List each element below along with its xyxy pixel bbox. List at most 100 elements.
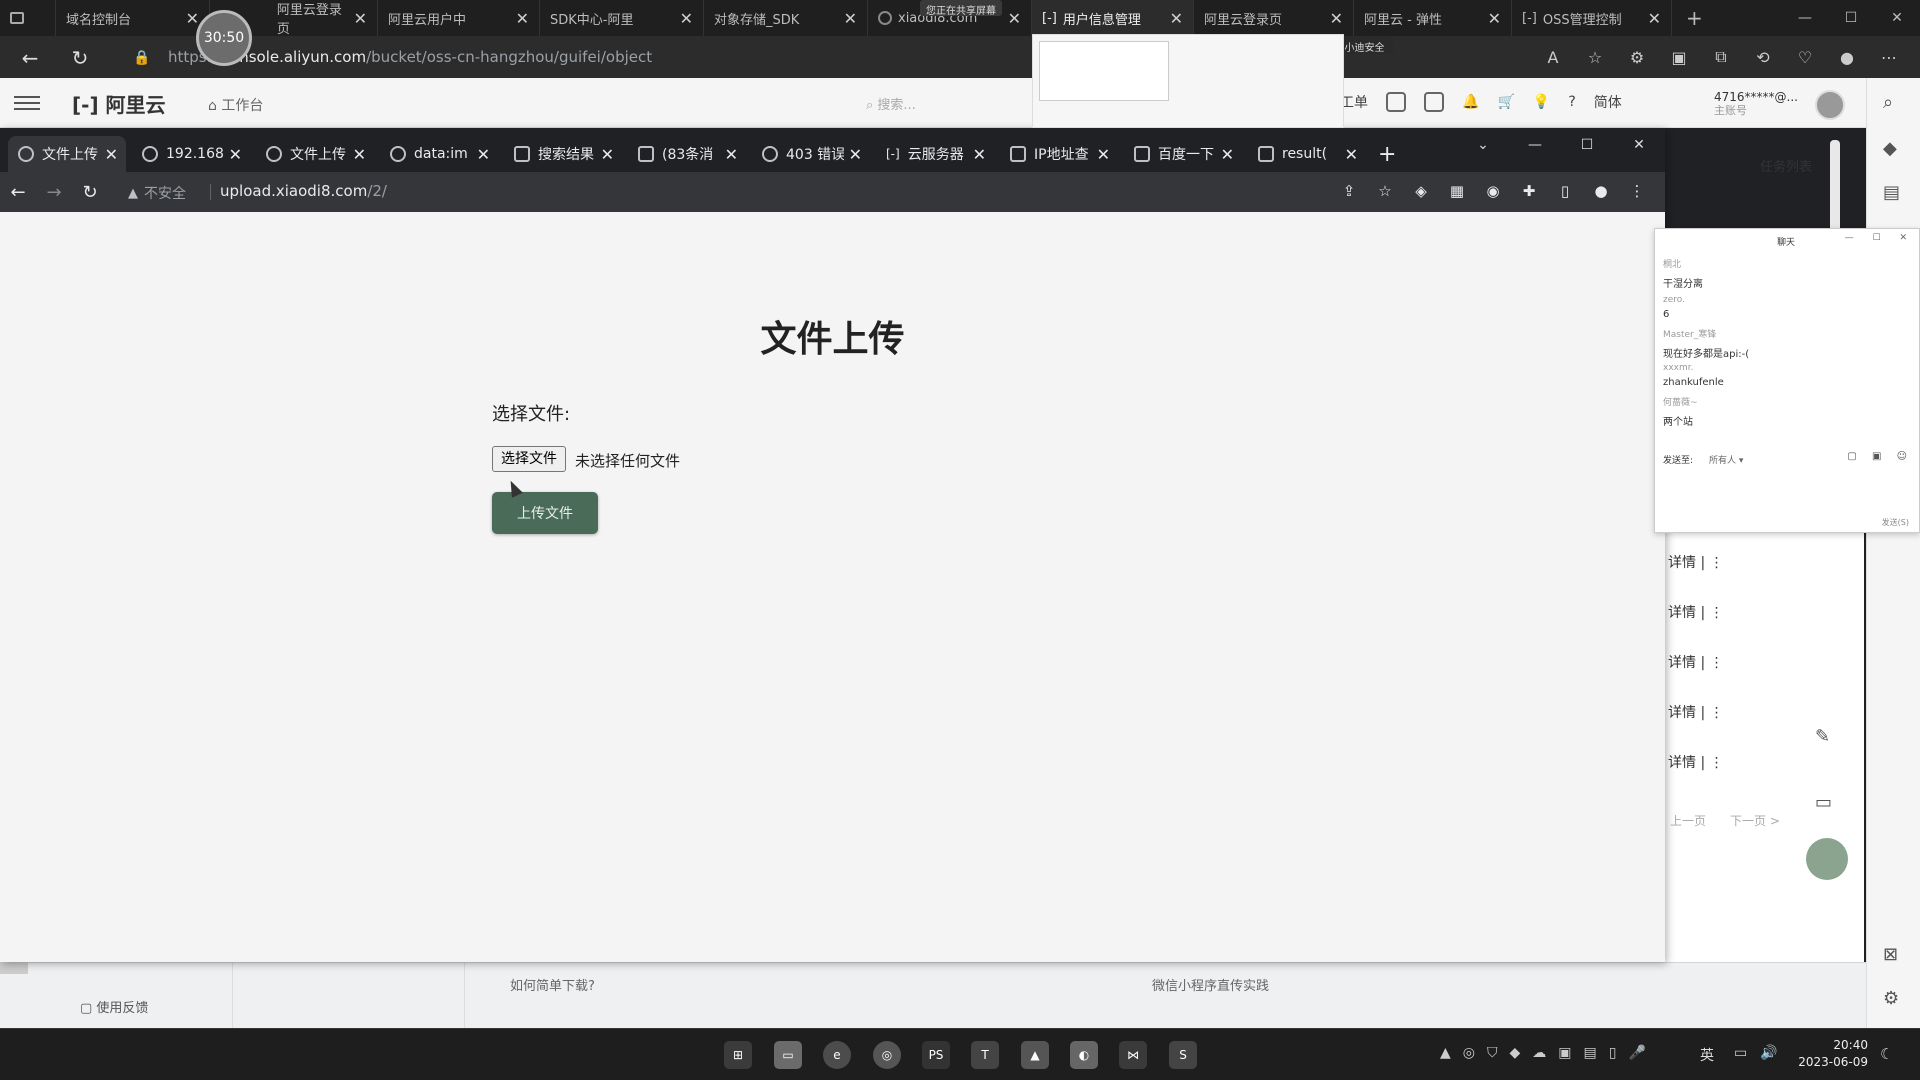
- close-icon[interactable]: ✕: [849, 145, 862, 164]
- windows-start-icon[interactable]: ⊞: [724, 1041, 752, 1069]
- security-indicator[interactable]: ▲ 不安全: [128, 183, 186, 203]
- console-search[interactable]: ⌕ 搜索...: [866, 94, 916, 113]
- faq-link[interactable]: 如何简单下载?: [510, 975, 595, 994]
- menu-icon[interactable]: [14, 92, 40, 114]
- new-tab-button[interactable]: +: [1676, 0, 1716, 36]
- battery-icon[interactable]: ▯: [1609, 1045, 1617, 1061]
- close-icon[interactable]: ✕: [680, 9, 693, 28]
- close-icon[interactable]: ✕: [1345, 145, 1358, 164]
- microphone-icon[interactable]: 🎤: [1628, 1045, 1645, 1061]
- inner-tab[interactable]: (83条消 ✕: [628, 136, 746, 172]
- shield-icon[interactable]: ⛉: [1487, 1045, 1498, 1061]
- terminal-icon[interactable]: [1424, 92, 1444, 112]
- faq-link[interactable]: 微信小程序直传实践: [1152, 975, 1269, 994]
- refresh-icon[interactable]: ↻: [66, 44, 94, 72]
- chat-app-icon[interactable]: ◐: [1070, 1041, 1098, 1069]
- tray-app-icon[interactable]: ◎: [1463, 1045, 1475, 1061]
- share-icon[interactable]: ⇪: [1339, 181, 1359, 201]
- phpstorm-icon[interactable]: PS: [922, 1041, 950, 1069]
- back-icon[interactable]: ←: [6, 180, 30, 204]
- close-icon[interactable]: ✕: [1170, 9, 1183, 28]
- close-window-icon[interactable]: ✕: [1874, 0, 1920, 36]
- tray-app-icon[interactable]: ◆: [1510, 1045, 1521, 1061]
- extensions-icon[interactable]: ⚙: [1626, 46, 1648, 68]
- forward-icon[interactable]: →: [42, 180, 66, 204]
- inner-url[interactable]: upload.xiaodi8.com/2/: [220, 182, 387, 200]
- volume-icon[interactable]: 🔊: [1760, 1045, 1777, 1061]
- close-icon[interactable]: ✕: [354, 9, 367, 28]
- more-icon[interactable]: ⋯: [1878, 46, 1900, 68]
- file-explorer-icon[interactable]: ▭: [774, 1041, 802, 1069]
- inner-tab[interactable]: data:im ✕: [380, 136, 498, 172]
- close-icon[interactable]: ✕: [1008, 9, 1021, 28]
- choose-file-button[interactable]: 选择文件: [492, 446, 566, 472]
- close-window-icon[interactable]: ✕: [1613, 128, 1665, 162]
- detail-link[interactable]: 详情 | ⋮: [1668, 702, 1724, 722]
- minimize-icon[interactable]: —: [1509, 128, 1561, 162]
- inner-tab[interactable]: 文件上传 ✕: [256, 136, 374, 172]
- prev-page-button[interactable]: 上一页: [1670, 814, 1706, 828]
- history-icon[interactable]: ⟲: [1752, 46, 1774, 68]
- lock-icon[interactable]: 🔒: [128, 44, 156, 72]
- split-screen-icon[interactable]: ▣: [1668, 46, 1690, 68]
- language-switch[interactable]: 简体: [1594, 92, 1622, 112]
- chat-window-controls[interactable]: — ☐ ✕: [1845, 233, 1915, 243]
- help-icon[interactable]: ?: [1568, 94, 1575, 110]
- profile-icon[interactable]: ●: [1591, 181, 1611, 201]
- chat-bubble-icon[interactable]: ▭: [1815, 792, 1832, 813]
- cart-icon[interactable]: 🛒: [1497, 94, 1514, 110]
- chrome-icon[interactable]: ◎: [873, 1041, 901, 1069]
- avatar[interactable]: [1815, 90, 1845, 120]
- bookmark-star-icon[interactable]: ☆: [1375, 181, 1395, 201]
- profile-icon[interactable]: ●: [1836, 46, 1858, 68]
- puzzle-icon[interactable]: ✚: [1519, 181, 1539, 201]
- close-icon[interactable]: ✕: [973, 145, 986, 164]
- tray-app-icon[interactable]: ▲: [1440, 1045, 1451, 1061]
- outer-tab[interactable]: 阿里云 - 弹性 ✕: [1354, 0, 1512, 36]
- close-icon[interactable]: ✕: [601, 145, 614, 164]
- vscode-icon[interactable]: ⋈: [1119, 1041, 1147, 1069]
- sublime-icon[interactable]: S: [1169, 1041, 1197, 1069]
- input-language[interactable]: 英: [1700, 1045, 1714, 1065]
- close-icon[interactable]: ✕: [1097, 145, 1110, 164]
- back-icon[interactable]: ←: [16, 44, 44, 72]
- close-icon[interactable]: ✕: [516, 9, 529, 28]
- close-icon[interactable]: ✕: [477, 145, 490, 164]
- close-icon[interactable]: ✕: [1330, 9, 1343, 28]
- floating-action-button[interactable]: [1806, 838, 1848, 880]
- outer-tab[interactable]: SDK中心-阿里 ✕: [540, 0, 704, 36]
- inner-tab[interactable]: 192.168 ✕: [132, 136, 250, 172]
- close-icon[interactable]: ✕: [725, 145, 738, 164]
- task-list-link[interactable]: 任务列表: [1760, 156, 1812, 175]
- maximize-icon[interactable]: ☐: [1561, 128, 1613, 162]
- tab-search-icon[interactable]: ⌄: [1457, 128, 1509, 162]
- tshirt-app-icon[interactable]: T: [971, 1041, 999, 1069]
- close-icon[interactable]: ✕: [1488, 9, 1501, 28]
- outer-tab[interactable]: 对象存储_SDK ✕: [704, 0, 868, 36]
- read-aloud-icon[interactable]: A: [1542, 46, 1564, 68]
- notification-icon[interactable]: ☾: [1880, 1045, 1893, 1063]
- detail-link[interactable]: 详情 | ⋮: [1668, 552, 1724, 572]
- favorite-add-icon[interactable]: ☆: [1584, 46, 1606, 68]
- detail-link[interactable]: 详情 | ⋮: [1668, 652, 1724, 672]
- inner-tab[interactable]: 403 错误 ✕: [752, 136, 870, 172]
- extension-icon[interactable]: ◈: [1411, 181, 1431, 201]
- close-icon[interactable]: ✕: [1648, 9, 1661, 28]
- close-icon[interactable]: ✕: [353, 145, 366, 164]
- tray-app-icon[interactable]: ▤: [1584, 1045, 1597, 1061]
- inner-tab[interactable]: result(✕: [1248, 136, 1366, 172]
- tray-app-icon[interactable]: ☁: [1532, 1045, 1546, 1061]
- outer-tab[interactable]: 阿里云登录页 ✕: [1194, 0, 1354, 36]
- chat-tools[interactable]: ▢ ▣ ☺: [1847, 451, 1913, 462]
- collections-icon[interactable]: ⧉: [1710, 46, 1732, 68]
- detail-link[interactable]: 详情 | ⋮: [1668, 602, 1724, 622]
- refresh-icon[interactable]: ↻: [78, 180, 102, 204]
- inner-tab[interactable]: 百度一下 ✕: [1124, 136, 1242, 172]
- briefcase-icon[interactable]: ▤: [1883, 182, 1905, 204]
- detail-link[interactable]: 详情 | ⋮: [1668, 752, 1724, 772]
- close-icon[interactable]: ✕: [186, 9, 199, 28]
- extension-icon[interactable]: ◉: [1483, 181, 1503, 201]
- icp-icon[interactable]: [1386, 92, 1406, 112]
- side-panel-icon[interactable]: ▯: [1555, 181, 1575, 201]
- browser-essentials-icon[interactable]: ♡: [1794, 46, 1816, 68]
